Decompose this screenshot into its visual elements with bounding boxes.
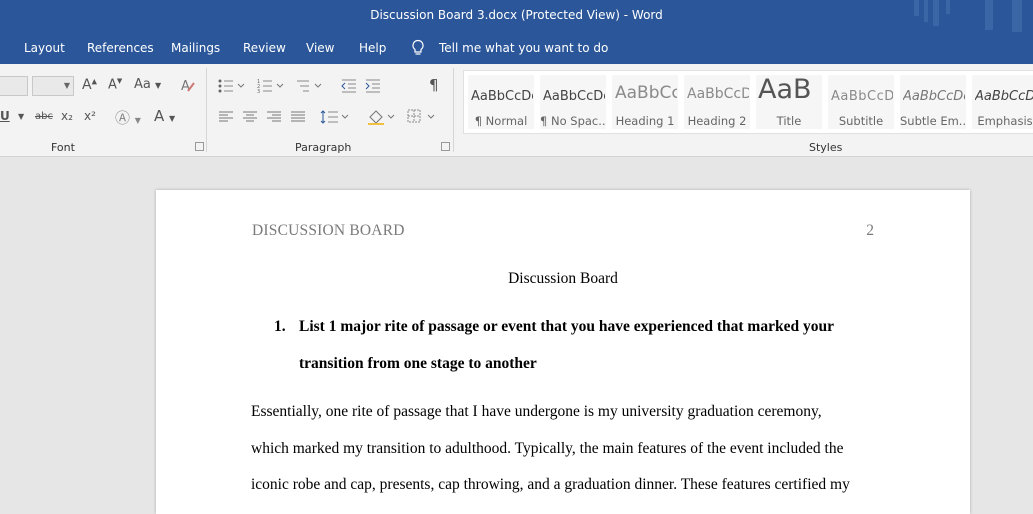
lightbulb-icon[interactable]	[410, 39, 426, 57]
text-effects-icon[interactable]: Ⓐ ▼	[115, 107, 141, 128]
underline-button[interactable]: U	[0, 109, 10, 123]
styles-gallery: AaBbCcDc ¶ Normal AaBbCcDc ¶ No Spac... …	[463, 70, 1033, 134]
group-label-styles: Styles	[809, 141, 843, 154]
increase-indent-icon[interactable]	[364, 78, 382, 94]
bullets-icon[interactable]	[218, 78, 248, 94]
list-number: 1.	[274, 318, 286, 335]
font-name-combo[interactable]	[0, 76, 28, 96]
list-item-line: transition from one stage to another	[299, 355, 537, 372]
tab-mailings[interactable]: Mailings	[171, 41, 220, 55]
style-normal[interactable]: AaBbCcDc ¶ Normal	[468, 75, 534, 129]
change-case-button[interactable]: Aa ▼	[134, 77, 161, 92]
superscript-button[interactable]: x²	[84, 109, 96, 123]
font-color-button[interactable]: A ▼	[154, 107, 175, 125]
grow-font-icon[interactable]: A▲	[82, 77, 97, 93]
style-subtle-emphasis[interactable]: AaBbCcDc Subtle Em...	[900, 75, 966, 129]
clear-formatting-icon[interactable]: A	[180, 77, 196, 93]
tab-layout[interactable]: Layout	[24, 41, 65, 55]
group-separator	[453, 68, 454, 152]
show-hide-marks-button[interactable]: ¶	[429, 76, 439, 94]
strikethrough-button[interactable]: abc	[35, 111, 53, 122]
title-bar: Discussion Board 3.docx (Protected View)…	[0, 0, 1033, 32]
list-item-line: List 1 major rite of passage or event th…	[299, 318, 834, 335]
svg-text:3: 3	[257, 89, 260, 94]
group-label-paragraph: Paragraph	[295, 141, 352, 154]
align-right-icon[interactable]	[266, 110, 282, 124]
multilevel-list-icon[interactable]	[295, 78, 325, 94]
document-page[interactable]: DISCUSSION BOARD 2 Discussion Board 1. L…	[156, 190, 970, 514]
body-text-line: which marked my transition to adulthood.…	[251, 440, 844, 457]
style-heading-1[interactable]: AaBbCc Heading 1	[612, 75, 678, 129]
tab-view[interactable]: View	[306, 41, 334, 55]
chevron-down-icon[interactable]: ▼	[18, 112, 24, 121]
subscript-button[interactable]: x₂	[61, 109, 73, 123]
tab-help[interactable]: Help	[359, 41, 386, 55]
decrease-indent-icon[interactable]	[340, 78, 358, 94]
tab-references[interactable]: References	[87, 41, 154, 55]
ribbon-tabs: Layout References Mailings Review View H…	[0, 32, 1033, 64]
justify-icon[interactable]	[290, 110, 306, 124]
align-left-icon[interactable]	[218, 110, 234, 124]
shading-icon[interactable]	[366, 108, 396, 126]
style-title[interactable]: AaB Title	[756, 74, 822, 129]
body-text-line: Essentially, one rite of passage that I …	[251, 403, 822, 420]
line-spacing-icon[interactable]	[320, 109, 350, 125]
window-title: Discussion Board 3.docx (Protected View)…	[370, 8, 663, 22]
style-heading-2[interactable]: AaBbCcD Heading 2	[684, 75, 750, 129]
tab-review[interactable]: Review	[243, 41, 286, 55]
style-no-spacing[interactable]: AaBbCcDc ¶ No Spac...	[540, 75, 606, 129]
tell-me-search[interactable]: Tell me what you want to do	[439, 41, 608, 55]
numbering-icon[interactable]: 1 2 3	[257, 78, 287, 94]
font-dialog-launcher[interactable]	[195, 142, 204, 151]
borders-icon[interactable]	[406, 108, 436, 126]
style-subtitle[interactable]: AaBbCcD Subtitle	[828, 75, 894, 129]
shrink-font-icon[interactable]: A▼	[108, 77, 122, 92]
document-title: Discussion Board	[508, 270, 618, 287]
ribbon: ▼ A▲ A▼ Aa ▼ A U ▼ abc x₂ x² Ⓐ ▼ A ▼ Fon…	[0, 64, 1033, 157]
running-header: DISCUSSION BOARD	[252, 222, 405, 239]
page-number: 2	[866, 222, 874, 239]
paragraph-dialog-launcher[interactable]	[441, 142, 450, 151]
style-emphasis[interactable]: AaBbCcDc Emphasis	[972, 75, 1033, 129]
align-center-icon[interactable]	[242, 110, 258, 124]
group-separator	[206, 68, 207, 152]
chevron-down-icon: ▼	[63, 81, 70, 90]
body-text-line: iconic robe and cap, presents, cap throw…	[251, 476, 850, 493]
group-label-font: Font	[51, 141, 75, 154]
font-size-combo[interactable]: ▼	[32, 76, 74, 96]
